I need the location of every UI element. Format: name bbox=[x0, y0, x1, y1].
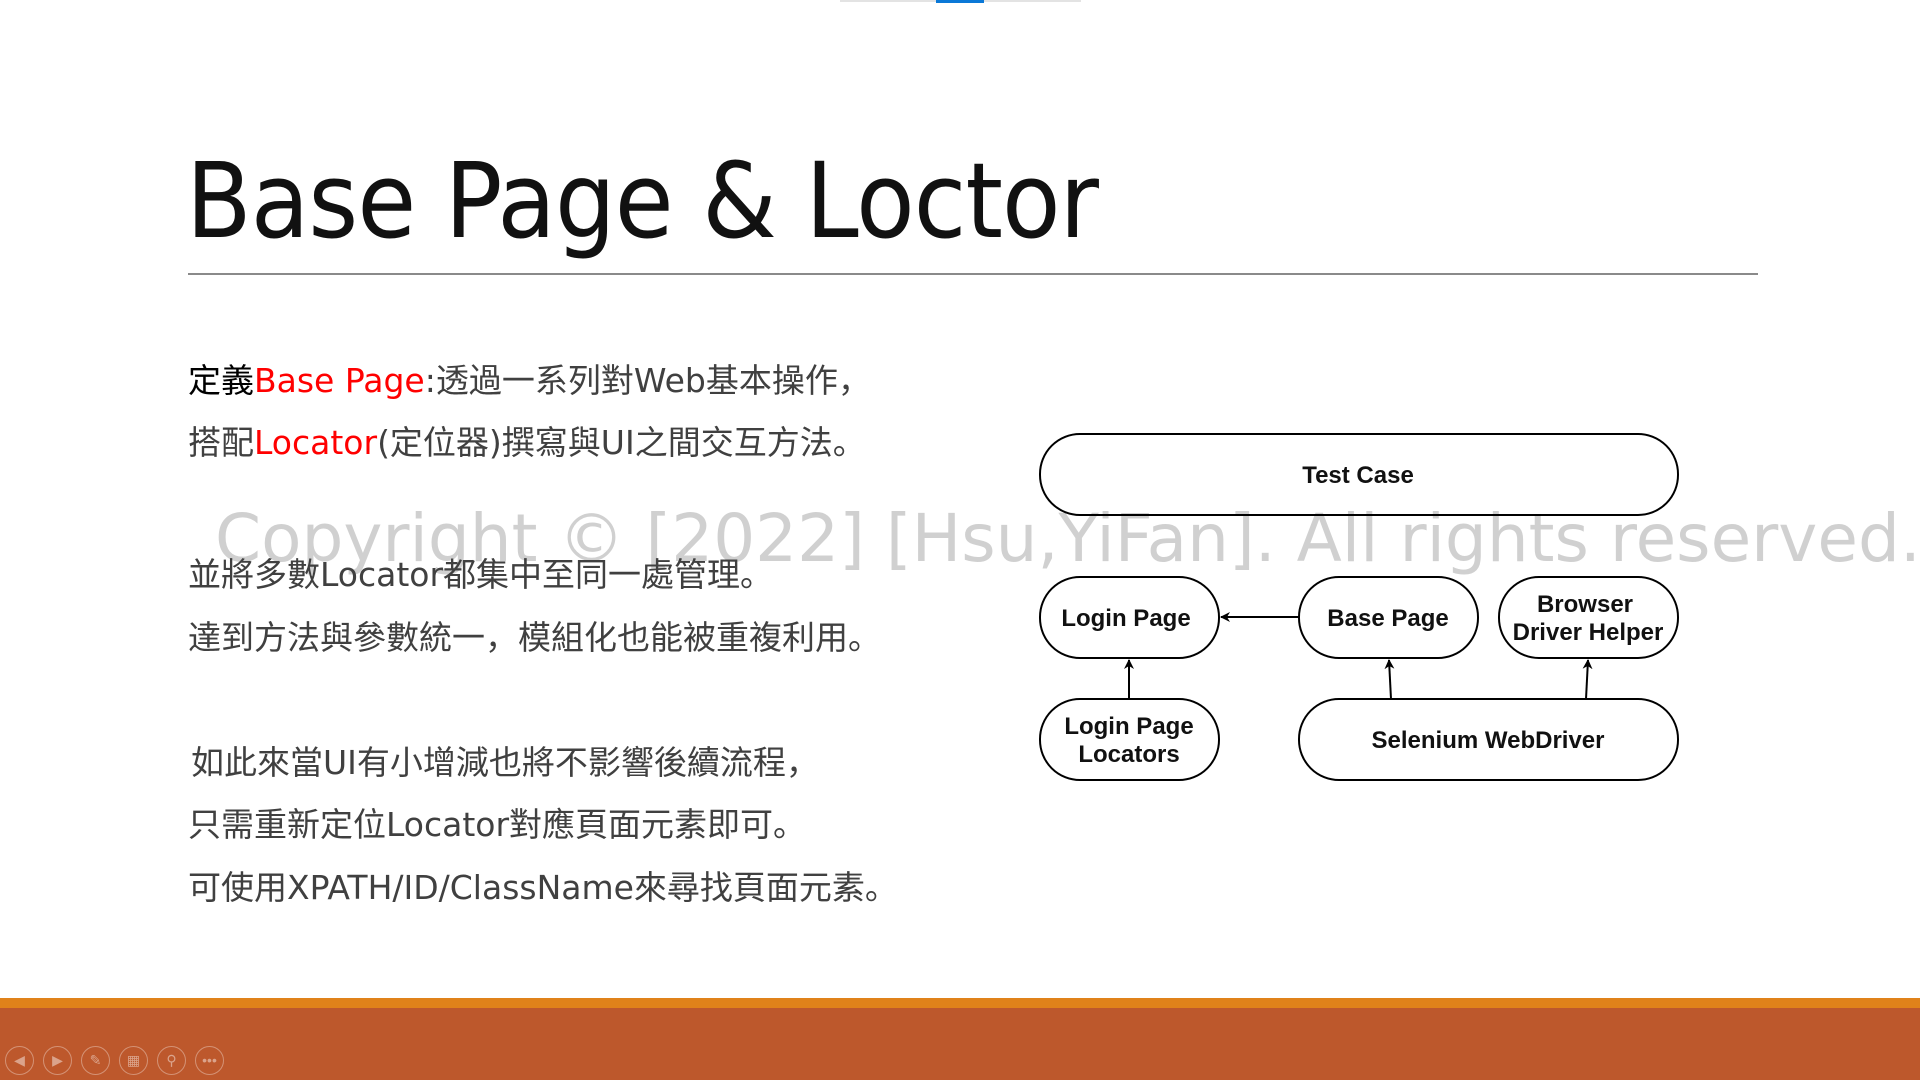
ellipsis-icon: ••• bbox=[202, 1052, 217, 1068]
architecture-diagram: Test Case Login Page Base Page Browser D… bbox=[1039, 433, 1679, 781]
label-login-page: Login Page bbox=[1061, 605, 1190, 632]
triangle-left-icon: ◀ bbox=[14, 1052, 25, 1068]
triangle-right-icon: ▶ bbox=[52, 1052, 63, 1068]
previous-slide-button[interactable]: ◀ bbox=[5, 1046, 34, 1075]
footer-band bbox=[0, 1008, 1920, 1080]
label-test-case: Test Case bbox=[1302, 462, 1414, 489]
label-login-page-2: Login Page bbox=[1064, 713, 1193, 740]
arrow-selenium-to-base bbox=[1384, 659, 1395, 700]
label-driver-helper: Driver Helper bbox=[1513, 619, 1664, 646]
zoom-button[interactable]: ⚲ bbox=[157, 1046, 186, 1075]
pen-button[interactable]: ✎ bbox=[81, 1046, 110, 1075]
next-slide-button[interactable]: ▶ bbox=[43, 1046, 72, 1075]
pen-icon: ✎ bbox=[89, 1052, 102, 1068]
slides-grid-icon: ▦ bbox=[126, 1052, 141, 1068]
arrow-selenium-to-helper bbox=[1582, 659, 1593, 700]
label-base-page: Base Page bbox=[1327, 605, 1448, 632]
footer-accent-stripe bbox=[0, 998, 1920, 1008]
label-locators: Locators bbox=[1078, 741, 1179, 768]
label-browser: Browser bbox=[1537, 591, 1633, 618]
see-all-slides-button[interactable]: ▦ bbox=[119, 1046, 148, 1075]
magnifier-icon: ⚲ bbox=[166, 1052, 177, 1068]
label-selenium: Selenium WebDriver bbox=[1372, 727, 1605, 754]
more-options-button[interactable]: ••• bbox=[195, 1046, 224, 1075]
